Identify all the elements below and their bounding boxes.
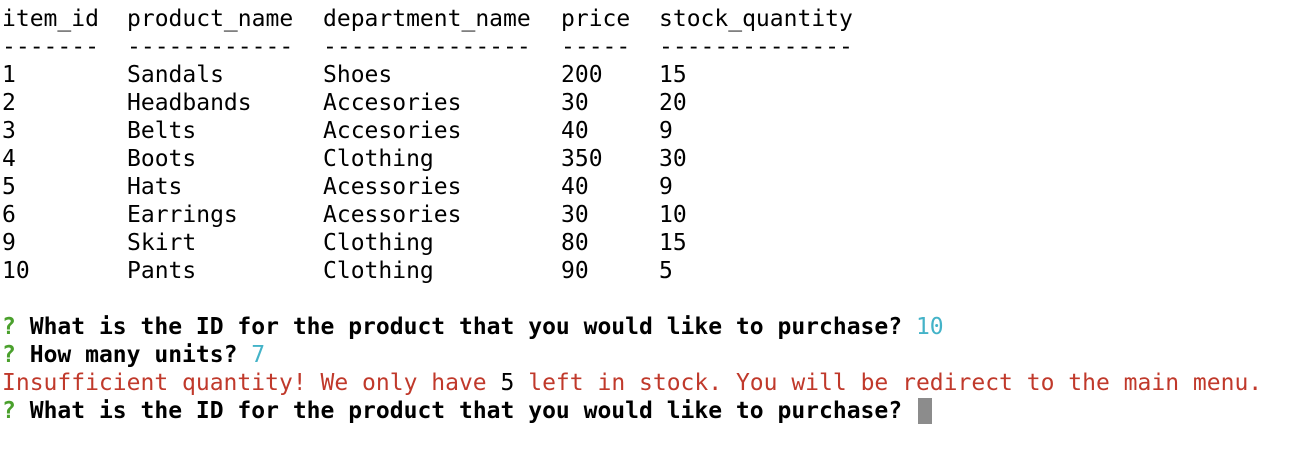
cell-department-name: Acessories bbox=[323, 174, 462, 200]
table-row: 2 Headbands Accesories 30 20 bbox=[0, 89, 687, 117]
cell-stock-quantity: 9 bbox=[659, 174, 673, 200]
cell-price: 350 bbox=[561, 146, 603, 172]
cell-product-name: Earrings bbox=[127, 202, 238, 228]
prompt-answer: 7 bbox=[251, 342, 266, 368]
text-cursor[interactable] bbox=[917, 398, 932, 424]
cell-item-id: 4 bbox=[2, 146, 16, 172]
cell-department-name: Accesories bbox=[323, 118, 462, 144]
prompt-qmark: ? bbox=[2, 342, 16, 368]
cell-price: 40 bbox=[561, 118, 589, 144]
cell-product-name: Belts bbox=[127, 118, 197, 144]
cell-item-id: 9 bbox=[2, 230, 16, 256]
separator: --------------- bbox=[323, 34, 531, 60]
header-stock-quantity: stock_quantity bbox=[659, 6, 853, 32]
cell-stock-quantity: 20 bbox=[659, 90, 687, 116]
cell-stock-quantity: 15 bbox=[659, 230, 687, 256]
error-text: Insufficient quantity! We only have bbox=[2, 370, 487, 396]
cell-stock-quantity: 5 bbox=[659, 258, 673, 284]
header-price: price bbox=[561, 6, 631, 32]
prompt-line-units: ? How many units? 7 bbox=[2, 341, 265, 369]
terminal-window[interactable]: item_id product_name department_name pri… bbox=[0, 0, 1310, 435]
error-message: Insufficient quantity! We only have 5 le… bbox=[2, 369, 1262, 397]
cell-product-name: Headbands bbox=[127, 90, 252, 116]
cell-product-name: Boots bbox=[127, 146, 197, 172]
table-row: 6 Earrings Acessories 30 10 bbox=[0, 201, 687, 229]
cell-price: 30 bbox=[561, 90, 589, 116]
table-row: 3 Belts Accesories 40 9 bbox=[0, 117, 673, 145]
cell-stock-quantity: 15 bbox=[659, 62, 687, 88]
error-stock-count: 5 bbox=[500, 370, 515, 396]
cell-stock-quantity: 10 bbox=[659, 202, 687, 228]
cell-department-name: Clothing bbox=[323, 146, 434, 172]
cell-item-id: 5 bbox=[2, 174, 16, 200]
table-row: 4 Boots Clothing 350 30 bbox=[0, 145, 687, 173]
separator: ----- bbox=[561, 34, 631, 60]
prompt-line-product-id: ? What is the ID for the product that yo… bbox=[2, 313, 944, 341]
header-item-id: item_id bbox=[2, 6, 99, 32]
cell-department-name: Clothing bbox=[323, 258, 434, 284]
prompt-qmark: ? bbox=[2, 398, 16, 424]
cell-department-name: Accesories bbox=[323, 90, 462, 116]
error-text: left in stock. You will be redirect to t… bbox=[528, 370, 1263, 396]
cell-price: 90 bbox=[561, 258, 589, 284]
table-row: 10 Pants Clothing 90 5 bbox=[0, 257, 673, 285]
cell-item-id: 6 bbox=[2, 202, 16, 228]
prompt-question: What is the ID for the product that you … bbox=[29, 398, 903, 424]
cell-price: 80 bbox=[561, 230, 589, 256]
separator: ------------ bbox=[127, 34, 294, 60]
cell-stock-quantity: 9 bbox=[659, 118, 673, 144]
cell-item-id: 1 bbox=[2, 62, 16, 88]
cell-stock-quantity: 30 bbox=[659, 146, 687, 172]
table-row: 1 Sandals Shoes 200 15 bbox=[0, 61, 687, 89]
scrolled-off-output bbox=[0, 0, 1310, 2]
table-header: item_id product_name department_name pri… bbox=[0, 5, 853, 33]
cell-department-name: Shoes bbox=[323, 62, 393, 88]
table-row: 5 Hats Acessories 40 9 bbox=[0, 173, 673, 201]
separator: ------- bbox=[2, 34, 99, 60]
cell-product-name: Hats bbox=[127, 174, 183, 200]
cell-item-id: 10 bbox=[2, 258, 30, 284]
header-department-name: department_name bbox=[323, 6, 531, 32]
table-separator: ------- ------------ --------------- ---… bbox=[0, 33, 853, 61]
cell-product-name: Pants bbox=[127, 258, 197, 284]
cell-product-name: Sandals bbox=[127, 62, 224, 88]
cell-price: 30 bbox=[561, 202, 589, 228]
cell-department-name: Clothing bbox=[323, 230, 434, 256]
cell-price: 40 bbox=[561, 174, 589, 200]
prompt-question: What is the ID for the product that you … bbox=[29, 314, 903, 340]
header-product-name: product_name bbox=[127, 6, 294, 32]
cell-product-name: Skirt bbox=[127, 230, 197, 256]
table-row: 9 Skirt Clothing 80 15 bbox=[0, 229, 687, 257]
prompt-line-active[interactable]: ? What is the ID for the product that yo… bbox=[2, 397, 932, 425]
prompt-qmark: ? bbox=[2, 314, 16, 340]
cell-item-id: 3 bbox=[2, 118, 16, 144]
cell-department-name: Acessories bbox=[323, 202, 462, 228]
cell-item-id: 2 bbox=[2, 90, 16, 116]
separator: -------------- bbox=[659, 34, 853, 60]
prompt-question: How many units? bbox=[29, 342, 238, 368]
cell-price: 200 bbox=[561, 62, 603, 88]
prompt-answer: 10 bbox=[915, 314, 944, 340]
